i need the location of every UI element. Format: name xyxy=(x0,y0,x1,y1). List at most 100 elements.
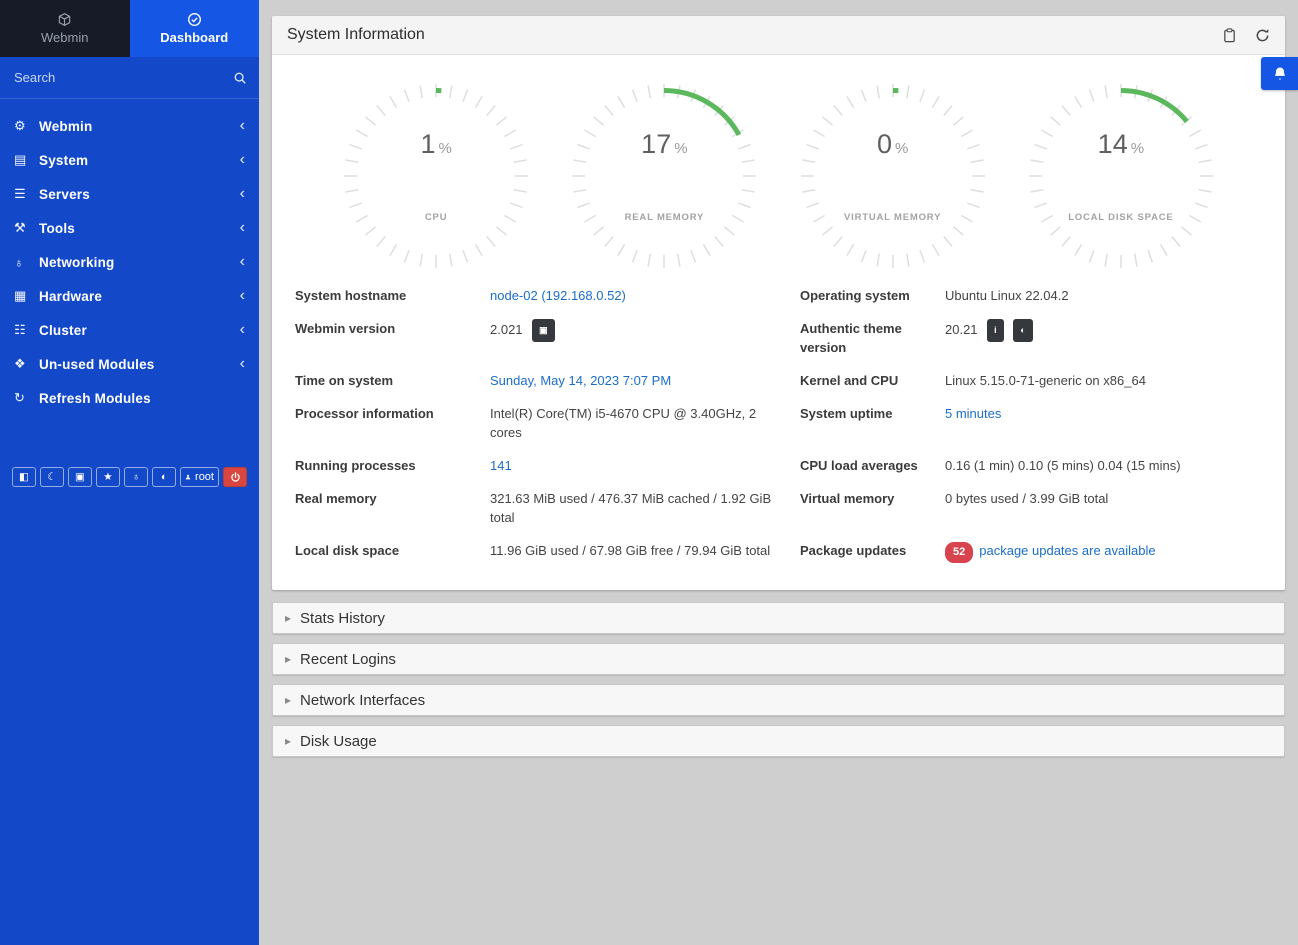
info-label-real-memory: Real memory xyxy=(295,491,377,506)
panel-label: Recent Logins xyxy=(300,650,396,668)
night-mode-button[interactable]: ☾ xyxy=(40,467,64,487)
gauge-cpu-label: CPU xyxy=(424,212,448,223)
logout-button[interactable] xyxy=(223,467,247,487)
info-value-virtual-memory: 0 bytes used / 3.99 GiB total xyxy=(945,491,1109,506)
gauge-real-memory-value: 17% xyxy=(641,129,688,159)
servers-icon: ☰ xyxy=(14,186,26,201)
info-value-time: Sunday, May 14, 2023 7:07 PM xyxy=(490,364,800,397)
gauge-local-disk-space: 14% LOCAL DISK SPACE xyxy=(1026,81,1216,271)
chevron-left-icon: ‹ xyxy=(239,151,245,168)
gauge-virtual-memory-value: 0% xyxy=(876,129,909,159)
info-value-os: Ubuntu Linux 22.04.2 xyxy=(945,288,1069,303)
sidebar: Webmin Dashboard ⚙ Webmin ‹ ▤ xyxy=(0,0,259,945)
info-label-uptime: System uptime xyxy=(800,406,893,421)
panel-label: Stats History xyxy=(300,609,386,627)
gauge-virtual-memory-label: VIRTUAL MEMORY xyxy=(844,212,942,223)
refresh-icon[interactable] xyxy=(1255,28,1270,43)
sidebar-item-servers[interactable]: ☰ Servers ‹ xyxy=(0,177,259,211)
palette-icon-button[interactable]: ◐ xyxy=(1013,319,1033,342)
gauges-row: 1% CPU 17% REAL MEMORY 0% VIRTUAL MEMORY… xyxy=(272,55,1285,273)
sidebar-item-cluster[interactable]: ☷ Cluster ‹ xyxy=(0,313,259,347)
package-updates-link[interactable]: package updates are available xyxy=(979,543,1155,558)
refresh-icon: ↻ xyxy=(14,390,25,405)
gauge-local-disk-space-label: LOCAL DISK SPACE xyxy=(1068,212,1174,223)
system-icon: ▤ xyxy=(14,152,27,167)
chevron-left-icon: ‹ xyxy=(239,253,245,270)
info-label-time: Time on system xyxy=(295,373,394,388)
chevron-left-icon: ‹ xyxy=(239,355,245,372)
chevron-right-icon: ▸ xyxy=(285,611,292,625)
package-icon-button[interactable]: ▣ xyxy=(532,319,555,342)
time-link[interactable]: Sunday, May 14, 2023 7:07 PM xyxy=(490,373,671,388)
uptime-link[interactable]: 5 minutes xyxy=(945,406,1001,421)
search-input[interactable] xyxy=(0,70,259,85)
info-value-packages: 52 package updates are available xyxy=(945,534,1262,570)
hostname-link[interactable]: node-02 (192.168.0.52) xyxy=(490,288,626,303)
processes-link[interactable]: 141 xyxy=(490,458,512,473)
system-information-card: System Information 1% CPU 17% REAL MEMOR… xyxy=(272,16,1285,590)
sidebar-search xyxy=(0,57,259,99)
webmin-logo-icon xyxy=(57,12,72,27)
panel-disk-usage[interactable]: ▸ Disk Usage xyxy=(272,725,1285,757)
panel-label: Network Interfaces xyxy=(300,691,426,709)
sidebar-item-hardware[interactable]: ▦ Hardware ‹ xyxy=(0,279,259,313)
info-label-os: Operating system xyxy=(800,288,910,303)
sidebar-item-system[interactable]: ▤ System ‹ xyxy=(0,143,259,177)
info-value-processor: Intel(R) Core(TM) i5-4670 CPU @ 3.40GHz,… xyxy=(490,406,757,440)
panel-stats-history[interactable]: ▸ Stats History xyxy=(272,602,1285,634)
sidebar-item-networking[interactable]: ♁ Networking ‹ xyxy=(0,245,259,279)
info-label-load: CPU load averages xyxy=(800,458,918,473)
chevron-left-icon: ‹ xyxy=(239,287,245,304)
info-icon-button[interactable]: i xyxy=(987,319,1004,342)
cluster-icon: ☷ xyxy=(14,322,26,337)
sidebar-tabs: Webmin Dashboard xyxy=(0,0,259,57)
info-label-theme-version: Authentic theme version xyxy=(800,321,902,355)
theme-image-button[interactable]: ▣ xyxy=(68,467,92,487)
info-value-theme-version: 20.21 i ◐ xyxy=(945,312,1262,349)
info-value-webmin-version: 2.021 ▣ xyxy=(490,312,800,349)
gauge-real-memory: 17% REAL MEMORY xyxy=(569,81,759,271)
tab-dashboard[interactable]: Dashboard xyxy=(129,0,259,57)
gear-icon: ⚙ xyxy=(14,118,26,133)
modules-icon: ❖ xyxy=(14,356,26,371)
chevron-left-icon: ‹ xyxy=(239,185,245,202)
info-label-hostname: System hostname xyxy=(295,288,407,303)
dashboard-icon xyxy=(187,12,202,27)
panel-label: Disk Usage xyxy=(300,732,377,750)
clipboard-icon[interactable] xyxy=(1222,27,1237,43)
tab-webmin[interactable]: Webmin xyxy=(0,0,130,57)
chevron-left-icon: ‹ xyxy=(239,321,245,338)
favorites-button[interactable]: ★ xyxy=(96,467,120,487)
page-title: System Information xyxy=(287,26,425,43)
language-button[interactable]: ♁ xyxy=(124,467,148,487)
sidebar-item-tools[interactable]: ⚒ Tools ‹ xyxy=(0,211,259,245)
panel-recent-logins[interactable]: ▸ Recent Logins xyxy=(272,643,1285,675)
card-header: System Information xyxy=(272,16,1285,55)
sidebar-footer: ◧ ☾ ▣ ★ ♁ ◐ root xyxy=(0,467,259,487)
info-value-hostname: node-02 (192.168.0.52) xyxy=(490,279,800,312)
info-value-real-memory: 321.63 MiB used / 476.37 MiB cached / 1.… xyxy=(490,491,772,525)
main-area: System Information 1% CPU 17% REAL MEMOR… xyxy=(259,0,1298,945)
sidebar-item-unused-modules[interactable]: ❖ Un-used Modules ‹ xyxy=(0,347,259,381)
user-button[interactable]: root xyxy=(180,467,219,487)
panel-network-interfaces[interactable]: ▸ Network Interfaces xyxy=(272,684,1285,716)
gauge-local-disk-space-value: 14% xyxy=(1097,129,1145,159)
sidebar-toggle-button[interactable]: ◧ xyxy=(12,467,36,487)
search-icon[interactable] xyxy=(233,71,247,85)
chevron-left-icon: ‹ xyxy=(239,219,245,236)
sidebar-menu: ⚙ Webmin ‹ ▤ System ‹ ☰ Servers ‹ ⚒ Tool… xyxy=(0,109,259,415)
info-label-processes: Running processes xyxy=(295,458,416,473)
chevron-right-icon: ▸ xyxy=(285,734,292,748)
info-label-virtual-memory: Virtual memory xyxy=(800,491,895,506)
gauge-cpu-value: 1% xyxy=(420,129,452,159)
tab-webmin-label: Webmin xyxy=(41,30,89,45)
tab-dashboard-label: Dashboard xyxy=(160,30,229,45)
user-icon xyxy=(185,474,191,480)
refresh-modules-button[interactable]: ↻ Refresh Modules xyxy=(0,381,259,415)
gauge-cpu: 1% CPU xyxy=(341,81,531,271)
sidebar-item-webmin[interactable]: ⚙ Webmin ‹ xyxy=(0,109,259,143)
palette-button[interactable]: ◐ xyxy=(152,467,176,487)
tools-icon: ⚒ xyxy=(14,220,26,235)
info-value-uptime: 5 minutes xyxy=(945,397,1262,430)
notifications-button[interactable] xyxy=(1261,57,1298,90)
